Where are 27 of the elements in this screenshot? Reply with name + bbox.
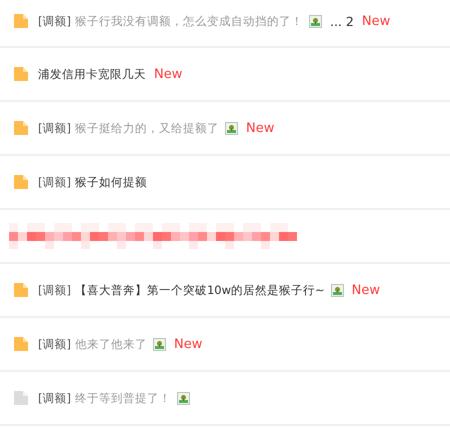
file-icon	[13, 336, 29, 352]
new-label: New	[174, 336, 202, 352]
image-icon	[308, 14, 322, 28]
new-label: New	[154, 66, 182, 82]
file-icon	[13, 174, 29, 190]
category-tag[interactable]: [调额]	[38, 282, 71, 298]
page-link[interactable]: ... 2	[330, 14, 354, 28]
file-icon	[13, 390, 29, 406]
file-icon	[13, 13, 29, 29]
category-tag[interactable]: [调额]	[38, 336, 71, 352]
category-tag[interactable]: [调额]	[38, 120, 71, 136]
new-label: New	[362, 14, 390, 28]
thread-title[interactable]: 【喜大普奔】第一个突破10w的居然是猴子行~	[74, 282, 325, 298]
thread-title[interactable]: 猴子如何提额	[74, 174, 147, 190]
image-icon	[330, 284, 344, 296]
new-label: New	[352, 282, 380, 298]
category-tag[interactable]: [调额]	[38, 390, 71, 406]
image-icon	[176, 392, 190, 404]
category-tag[interactable]: [调额]	[38, 174, 71, 190]
file-icon	[13, 120, 29, 136]
category-tag[interactable]: [调额]	[38, 14, 71, 28]
file-icon	[13, 282, 29, 298]
file-icon	[13, 66, 29, 82]
thread-title[interactable]: 浦发信用卡宽限几天	[38, 66, 146, 82]
image-icon	[152, 338, 166, 350]
new-label: New	[246, 120, 274, 136]
image-icon	[224, 122, 238, 134]
